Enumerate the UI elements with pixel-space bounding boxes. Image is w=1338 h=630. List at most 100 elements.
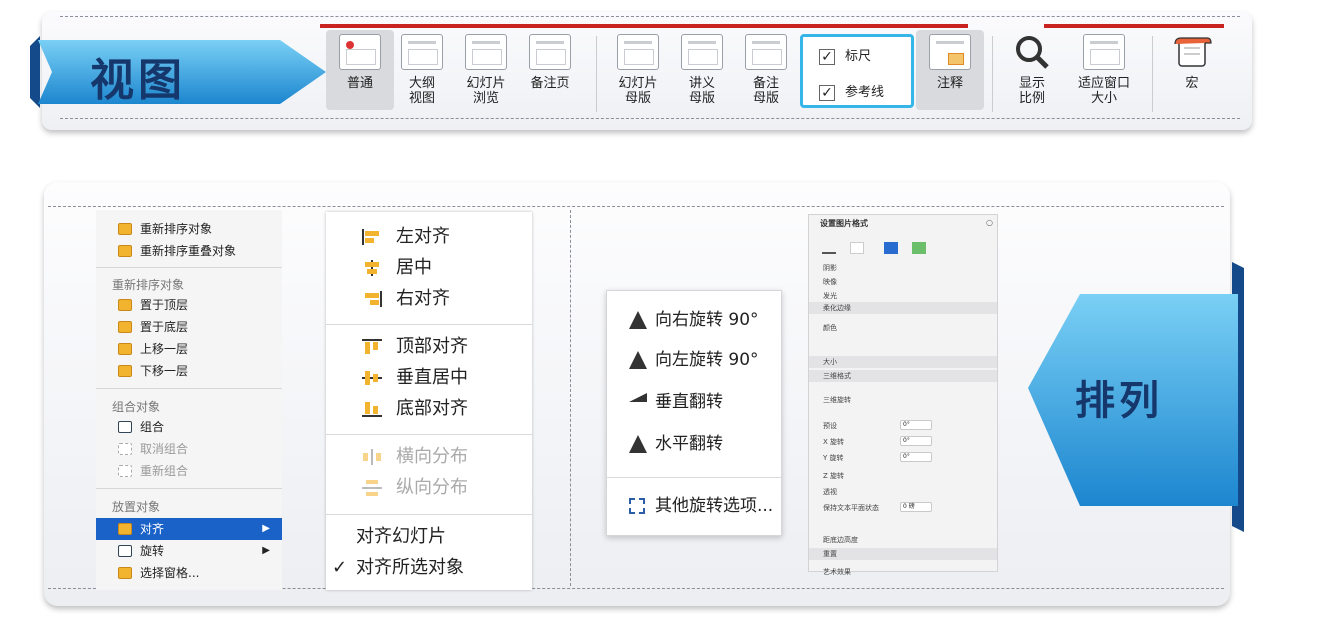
button-label: 显示 比例: [1018, 76, 1045, 106]
format-value-field[interactable]: 0°: [900, 420, 932, 430]
menu-item-bring-forward[interactable]: 上移一层: [96, 338, 282, 360]
outline-view-button[interactable]: 大纲 视图: [388, 34, 456, 106]
ruler-checkbox[interactable]: ✓ 标尺: [819, 45, 871, 65]
ribbon-red-bar: [1044, 24, 1224, 28]
menu-item-label: 重新排序对象: [140, 222, 213, 236]
flip-vertical-item[interactable]: 垂直翻转: [607, 387, 783, 417]
menu-item-label: 选择窗格...: [140, 566, 200, 580]
format-pane-row[interactable]: 重置: [809, 548, 997, 560]
size-properties-tab-icon[interactable]: [884, 242, 898, 254]
group-separator: [1152, 36, 1153, 112]
align-middle-item[interactable]: 垂直居中: [326, 363, 532, 393]
slide-master-icon: [617, 34, 659, 70]
align-top-item[interactable]: 顶部对齐: [326, 332, 532, 362]
notes-page-button[interactable]: 备注页: [516, 34, 584, 91]
more-rotation-options-item[interactable]: 其他旋转选项...: [607, 491, 783, 521]
align-item-label: 底部对齐: [396, 398, 468, 419]
flip-horizontal-item[interactable]: 水平翻转: [607, 429, 783, 459]
notes-master-button[interactable]: 备注 母版: [732, 34, 800, 106]
format-pane-title: 设置图片格式: [820, 219, 868, 228]
menu-item-align[interactable]: 对齐 ▶: [96, 518, 282, 540]
format-pane-row[interactable]: 大小: [809, 356, 997, 368]
menu-item-bring-to-front[interactable]: 置于顶层: [96, 294, 282, 316]
menu-item-selection-pane[interactable]: 选择窗格...: [96, 562, 282, 584]
rotate-item-label: 向右旋转 90°: [655, 310, 759, 330]
dashed-divider: [60, 118, 1240, 119]
button-label: 大纲 视图: [408, 76, 435, 106]
format-value-field[interactable]: 0 磅: [900, 502, 932, 512]
normal-view-button[interactable]: 普通: [326, 30, 394, 110]
bring-to-front-icon: [118, 299, 132, 311]
menu-header: 重新排序对象: [112, 278, 185, 292]
checkmark-icon: ✓: [332, 557, 348, 578]
menu-item-reorder-overlap[interactable]: 重新排序重叠对象: [96, 240, 282, 262]
format-value-field[interactable]: 0°: [900, 436, 932, 446]
menu-item-label: 组合: [140, 420, 165, 434]
guides-label: 参考线: [845, 85, 885, 100]
regroup-icon: [118, 465, 132, 477]
flip-horizontal-icon: [629, 435, 647, 453]
menu-item-send-backward[interactable]: 下移一层: [96, 360, 282, 382]
distribute-vertical-icon: [362, 480, 382, 496]
fill-line-tab-icon[interactable]: [822, 242, 836, 254]
format-pane-row[interactable]: 距底边高度: [809, 534, 997, 546]
bring-forward-icon: [118, 343, 132, 355]
align-left-item[interactable]: 左对齐: [326, 222, 532, 252]
format-pane-row[interactable]: 映像: [809, 276, 997, 288]
menu-header: 组合对象: [112, 400, 161, 414]
format-pane-row[interactable]: 发光: [809, 290, 997, 302]
fit-to-window-button[interactable]: 适应窗口 大小: [1062, 34, 1146, 106]
format-pane-row[interactable]: 透视: [809, 486, 997, 498]
rotate-right-icon: [629, 311, 647, 329]
align-bottom-item[interactable]: 底部对齐: [326, 394, 532, 424]
align-selected-objects-item[interactable]: ✓ 对齐所选对象: [326, 553, 532, 583]
rotate-right-90-item[interactable]: 向右旋转 90°: [607, 305, 783, 335]
button-label: 宏: [1185, 76, 1199, 91]
slide-sorter-button[interactable]: 幻灯片 浏览: [452, 34, 520, 106]
comments-button[interactable]: 注释: [916, 30, 984, 110]
menu-item-label: 下移一层: [140, 364, 189, 378]
arrange-section-title: 排列: [1075, 378, 1163, 424]
format-pane-row[interactable]: 阴影: [809, 262, 997, 274]
effects-tab-icon[interactable]: [850, 242, 864, 254]
button-label: 普通: [346, 76, 373, 91]
macro-button[interactable]: 宏: [1158, 34, 1226, 91]
distribute-horizontally-item: 横向分布: [326, 442, 532, 472]
picture-tab-icon[interactable]: [912, 242, 926, 254]
handout-master-button[interactable]: 讲义 母版: [668, 34, 736, 106]
align-center-item[interactable]: 居中: [326, 253, 532, 283]
dashed-divider: [48, 206, 1224, 207]
align-to-slide-item[interactable]: 对齐幻灯片: [326, 522, 532, 552]
zoom-button[interactable]: 显示 比例: [998, 34, 1066, 106]
guides-checkbox[interactable]: ✓ 参考线: [819, 81, 884, 101]
align-item-label: 右对齐: [396, 288, 450, 309]
align-right-item[interactable]: 右对齐: [326, 284, 532, 314]
menu-item-label: 对齐: [140, 522, 165, 536]
menu-item-reorder-objects[interactable]: 重新排序对象: [96, 218, 282, 240]
dashed-divider: [60, 16, 1240, 17]
format-pane-row[interactable]: 艺术效果: [809, 566, 997, 578]
menu-item-label: 重新组合: [140, 464, 189, 478]
slide-master-button[interactable]: 幻灯片 母版: [604, 34, 672, 106]
menu-item-send-to-back[interactable]: 置于底层: [96, 316, 282, 338]
format-value-field[interactable]: 0°: [900, 452, 932, 462]
align-item-label: 纵向分布: [396, 477, 468, 498]
menu-header: 放置对象: [112, 500, 161, 514]
pane-close-icon[interactable]: ○: [986, 218, 993, 227]
menu-item-rotate[interactable]: 旋转 ▶: [96, 540, 282, 562]
rotate-submenu: 向右旋转 90° 向左旋转 90° 垂直翻转 水平翻转 其他旋转选项...: [606, 290, 782, 536]
format-pane-row[interactable]: Z 旋转: [809, 470, 997, 482]
button-label: 注释: [936, 76, 963, 91]
menu-item-group[interactable]: 组合: [96, 416, 282, 438]
format-pane-row[interactable]: 三维格式: [809, 370, 997, 382]
dashed-vertical-divider: [570, 210, 571, 586]
align-submenu: 左对齐 居中 右对齐 顶部对齐 垂直居中 底部对齐 横向分布 纵向分布 对齐幻灯…: [326, 212, 532, 590]
format-pane-row[interactable]: 颜色: [809, 322, 997, 334]
notes-page-icon: [529, 34, 571, 70]
format-pane-row[interactable]: 三维旋转: [809, 394, 997, 406]
rotate-item-label: 水平翻转: [655, 434, 723, 454]
group-separator: [596, 36, 597, 112]
rotate-left-90-item[interactable]: 向左旋转 90°: [607, 345, 783, 375]
scroll-macro-icon: [1174, 37, 1212, 67]
format-pane-row[interactable]: 柔化边缘: [809, 302, 997, 314]
